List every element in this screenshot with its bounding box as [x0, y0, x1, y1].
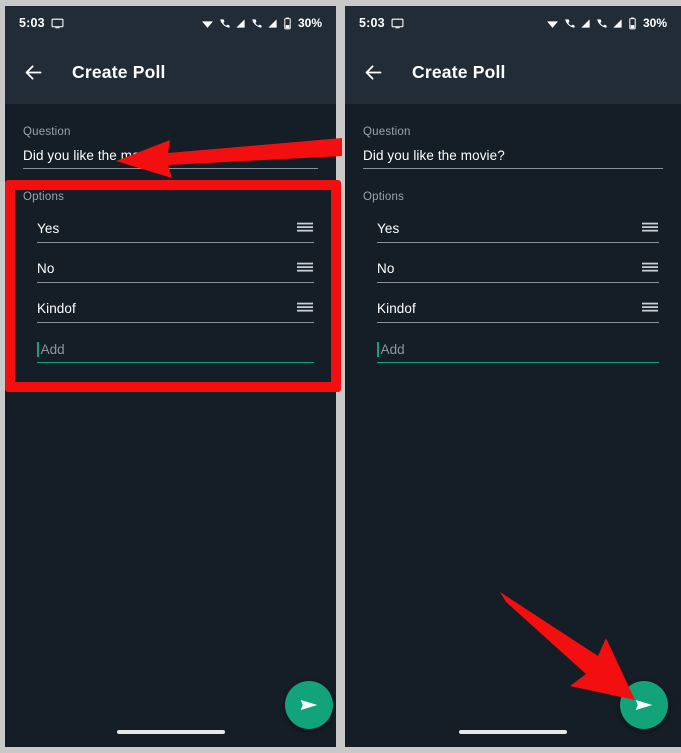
status-bar-left: 5:03 30% — [5, 6, 336, 40]
send-icon — [298, 694, 320, 716]
signal-bars-icon — [235, 17, 246, 30]
screenshot-root: 5:03 30% Create Poll Question Did you li… — [0, 0, 681, 753]
text-cursor — [37, 342, 39, 357]
cellular-call-icon — [564, 17, 575, 30]
option-row[interactable]: Kindof — [37, 299, 314, 323]
back-arrow-icon[interactable] — [361, 60, 385, 84]
phone-screen-right: 5:03 30% Create Poll Question Did you li… — [345, 6, 681, 747]
status-bar-right-group: 30% — [201, 16, 322, 30]
status-bar-clock: 5:03 — [19, 16, 45, 30]
option-value: Kindof — [377, 300, 416, 316]
signal-bars-icon — [612, 17, 623, 30]
drag-handle-icon[interactable] — [296, 299, 314, 317]
status-bar-clock: 5:03 — [359, 16, 385, 30]
status-bar-left-group: 5:03 — [19, 16, 64, 30]
cellular-call-icon — [251, 17, 262, 30]
options-label: Options — [23, 191, 65, 203]
wifi-icon — [546, 17, 559, 30]
option-row[interactable]: No — [377, 259, 659, 283]
drag-handle-icon[interactable] — [296, 259, 314, 277]
send-poll-button[interactable] — [620, 681, 668, 729]
add-option-input[interactable]: Add — [37, 342, 314, 363]
app-bar-left: Create Poll — [5, 40, 336, 104]
home-gesture-pill[interactable] — [116, 730, 225, 734]
option-row[interactable]: Yes — [37, 219, 314, 243]
cellular-call-icon — [219, 17, 230, 30]
drag-handle-icon[interactable] — [641, 259, 659, 277]
options-label: Options — [363, 191, 405, 203]
question-value: Did you like the movie? — [23, 148, 165, 163]
question-label: Question — [23, 126, 71, 138]
signal-bars-icon — [580, 17, 591, 30]
battery-icon — [283, 17, 292, 30]
add-option-placeholder: Add — [380, 342, 405, 357]
home-gesture-pill[interactable] — [459, 730, 567, 734]
send-poll-button[interactable] — [285, 681, 333, 729]
battery-percentage: 30% — [297, 16, 322, 30]
battery-percentage: 30% — [642, 16, 667, 30]
cellular-call-icon — [596, 17, 607, 30]
monitor-icon — [51, 17, 64, 30]
question-label: Question — [363, 126, 411, 138]
page-title: Create Poll — [412, 61, 506, 82]
add-option-input[interactable]: Add — [377, 342, 659, 363]
option-value: Kindof — [37, 300, 76, 316]
page-title: Create Poll — [72, 61, 166, 82]
option-row[interactable]: No — [37, 259, 314, 283]
option-row[interactable]: Yes — [377, 219, 659, 243]
status-bar-right: 5:03 30% — [345, 6, 681, 40]
poll-form-right: Question Did you like the movie? Options… — [345, 126, 681, 363]
signal-bars-icon — [267, 17, 278, 30]
drag-handle-icon[interactable] — [296, 219, 314, 237]
monitor-icon — [391, 17, 404, 30]
drag-handle-icon[interactable] — [641, 219, 659, 237]
send-icon — [633, 694, 655, 716]
status-bar-right-group: 30% — [546, 16, 667, 30]
phone-screen-left: 5:03 30% Create Poll Question Did you li… — [5, 6, 336, 747]
option-value: No — [377, 260, 395, 276]
poll-form-left: Question Did you like the movie? Options… — [5, 126, 336, 363]
drag-handle-icon[interactable] — [641, 299, 659, 317]
add-option-placeholder: Add — [40, 342, 65, 357]
option-value: No — [37, 260, 55, 276]
app-bar-right: Create Poll — [345, 40, 681, 104]
status-bar-left-group: 5:03 — [359, 16, 404, 30]
text-cursor — [377, 342, 379, 357]
option-value: Yes — [37, 220, 60, 236]
back-arrow-icon[interactable] — [21, 60, 45, 84]
question-input[interactable]: Did you like the movie? — [23, 148, 318, 169]
panel-divider — [338, 0, 343, 753]
question-value: Did you like the movie? — [363, 148, 505, 163]
option-row[interactable]: Kindof — [377, 299, 659, 323]
option-value: Yes — [377, 220, 400, 236]
question-input[interactable]: Did you like the movie? — [363, 148, 663, 169]
battery-icon — [628, 17, 637, 30]
wifi-icon — [201, 17, 214, 30]
